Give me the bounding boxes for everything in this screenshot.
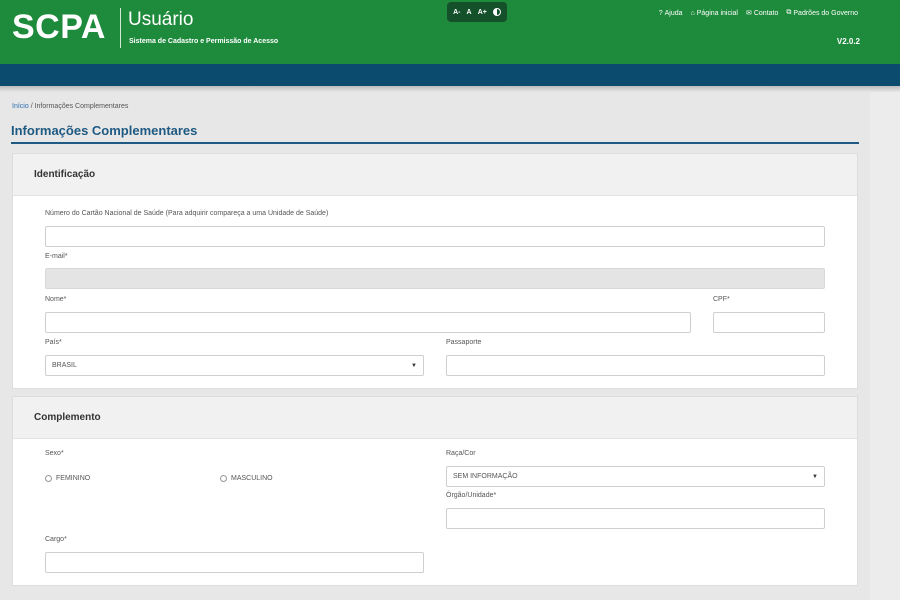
font-normal-button[interactable]: A xyxy=(467,9,472,16)
nav-bar xyxy=(0,64,900,86)
right-gutter xyxy=(870,92,900,600)
app-header: SCPA Usuário Sistema de Cadastro e Permi… xyxy=(0,0,900,64)
pais-selected-value: BRASIL xyxy=(52,362,77,369)
app-title: Usuário xyxy=(128,9,194,30)
home-page-link-label: Página inicial xyxy=(696,9,738,17)
cargo-input[interactable] xyxy=(45,552,424,573)
contact-link[interactable]: ✉ Contato xyxy=(745,9,779,18)
logo-divider xyxy=(120,8,121,48)
top-links: ? Ajuda ⌂ Página inicial ✉ Contato ⧉ Pad… xyxy=(659,9,858,17)
nav-bar-shadow xyxy=(0,86,900,92)
home-page-link[interactable]: ⌂ Página inicial xyxy=(691,9,738,17)
help-icon: ? xyxy=(658,9,663,17)
raca-label: Raça/Cor xyxy=(446,450,476,457)
font-increase-button[interactable]: A+ xyxy=(478,9,487,16)
sexo-feminino-radio[interactable]: FEMININO xyxy=(45,475,90,482)
cns-input[interactable] xyxy=(45,226,825,247)
accessibility-controls: A- A A+ xyxy=(447,2,507,22)
gov-standards-link[interactable]: ⧉ Padrões do Governo xyxy=(786,9,858,17)
passaporte-label: Passaporte xyxy=(446,339,482,346)
cpf-input[interactable] xyxy=(713,312,825,333)
cpf-label: CPF* xyxy=(713,296,730,303)
contrast-icon[interactable] xyxy=(492,8,501,16)
identificacao-heading: Identificação xyxy=(13,154,857,196)
identificacao-panel: Identificação Número do Cartão Nacional … xyxy=(12,153,858,389)
sexo-feminino-label: FEMININO xyxy=(56,475,91,482)
sexo-label: Sexo* xyxy=(45,450,64,457)
app-subtitle: Sistema de Cadastro e Permissão de Acess… xyxy=(129,38,279,45)
raca-selected-value: SEM INFORMAÇÃO xyxy=(453,473,518,480)
pais-label: País* xyxy=(45,339,62,346)
external-link-icon: ⧉ xyxy=(786,9,792,16)
mail-icon: ✉ xyxy=(745,10,752,17)
breadcrumb: Início / Informações Complementares xyxy=(12,103,128,110)
sexo-masculino-radio[interactable]: MASCULINO xyxy=(220,475,273,482)
orgao-label: Órgão/Unidade* xyxy=(446,492,497,499)
breadcrumb-current: Informações Complementares xyxy=(34,103,129,110)
radio-circle-icon xyxy=(220,475,227,482)
breadcrumb-separator: / xyxy=(30,103,33,110)
gov-standards-link-label: Padrões do Governo xyxy=(793,9,858,17)
cns-label: Número do Cartão Nacional de Saúde (Para… xyxy=(45,210,329,217)
contact-link-label: Contato xyxy=(753,9,779,17)
page-title: Informações Complementares xyxy=(11,123,198,138)
pais-select[interactable]: BRASIL ▼ xyxy=(45,355,424,376)
complemento-panel: Complemento Sexo* FEMININO MASCULINO Raç… xyxy=(12,396,858,586)
home-icon: ⌂ xyxy=(690,9,695,17)
nome-label: Nome* xyxy=(45,296,67,303)
help-link-label: Ajuda xyxy=(664,9,683,17)
passaporte-input[interactable] xyxy=(446,355,825,376)
nome-input[interactable] xyxy=(45,312,691,333)
version-label: V2.0.2 xyxy=(836,37,860,46)
complemento-heading: Complemento xyxy=(13,397,857,439)
breadcrumb-home-link[interactable]: Início xyxy=(12,103,29,110)
logo[interactable]: SCPA xyxy=(12,8,106,47)
page-title-rule xyxy=(11,142,859,144)
email-input[interactable] xyxy=(45,268,825,289)
cargo-label: Cargo* xyxy=(45,536,67,543)
radio-circle-icon xyxy=(45,475,52,482)
orgao-input[interactable] xyxy=(446,508,825,529)
email-label: E-mail* xyxy=(45,253,68,260)
sexo-masculino-label: MASCULINO xyxy=(231,475,273,482)
raca-select[interactable]: SEM INFORMAÇÃO ▼ xyxy=(446,466,825,487)
help-link[interactable]: ? Ajuda xyxy=(659,9,683,17)
caret-down-icon: ▼ xyxy=(411,362,417,369)
caret-down-icon: ▼ xyxy=(812,473,818,480)
font-decrease-button[interactable]: A- xyxy=(453,9,460,16)
